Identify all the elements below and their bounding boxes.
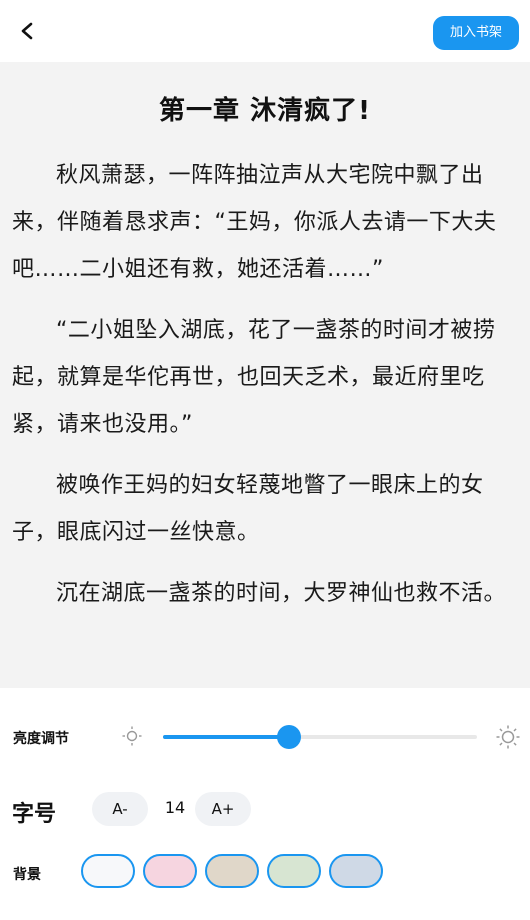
font-decrease-button[interactable]: A-: [92, 792, 148, 826]
background-swatch-blue[interactable]: [329, 854, 383, 888]
reading-area: 第一章 沐清疯了! 秋风萧瑟，一阵阵抽泣声从大宅院中飘了出来，伴随着恳求声：“王…: [0, 62, 530, 688]
paragraph: 秋风萧瑟，一阵阵抽泣声从大宅院中飘了出来，伴随着恳求声：“王妈，你派人去请一下大…: [12, 163, 497, 282]
sun-large-icon: [496, 725, 520, 749]
font-size-label: 字号: [12, 802, 57, 827]
sun-small-icon: [122, 726, 142, 746]
background-swatch-pink[interactable]: [143, 854, 197, 888]
brightness-slider[interactable]: [163, 725, 477, 749]
brightness-slider-fill: [163, 735, 289, 739]
font-increase-button[interactable]: A+: [195, 792, 251, 826]
paragraph: 沉在湖底一盏茶的时间，大罗神仙也救不活。: [56, 581, 507, 606]
font-size-value: 14: [164, 798, 186, 817]
paragraph: 被唤作王妈的妇女轻蔑地瞥了一眼床上的女子，眼底闪过一丝快意。: [12, 473, 484, 545]
paragraph: “二小姐坠入湖底，花了一盏茶的时间才被捞起，就算是华佗再世，也回天乏术，最近府里…: [12, 318, 496, 437]
chevron-left-icon: [21, 22, 33, 40]
brightness-label: 亮度调节: [13, 731, 69, 747]
background-swatch-green[interactable]: [267, 854, 321, 888]
background-swatch-beige[interactable]: [205, 854, 259, 888]
reader-settings-panel: 亮度调节 字号 A- 14 A+ 背景: [0, 688, 530, 920]
brightness-slider-thumb[interactable]: [276, 725, 301, 749]
chapter-title: 第一章 沐清疯了!: [159, 96, 371, 126]
back-button[interactable]: [12, 16, 42, 46]
add-to-shelf-button[interactable]: 加入书架: [433, 16, 519, 50]
background-swatch-white[interactable]: [81, 854, 135, 888]
background-label: 背景: [13, 867, 41, 883]
top-bar: 加入书架: [0, 0, 530, 62]
chapter-text: 秋风萧瑟，一阵阵抽泣声从大宅院中飘了出来，伴随着恳求声：“王妈，你派人去请一下大…: [12, 152, 518, 631]
